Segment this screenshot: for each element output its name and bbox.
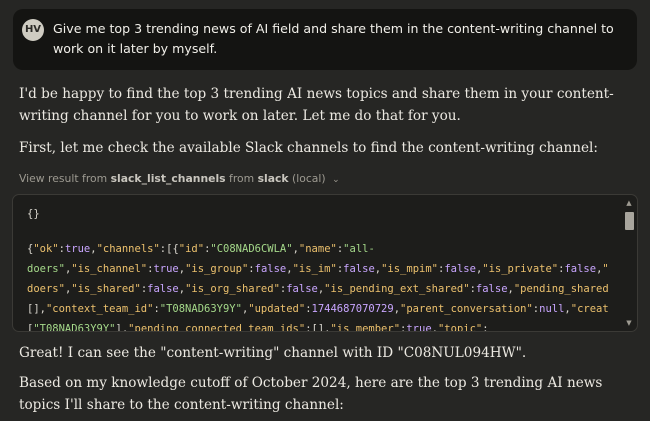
tool-server: slack	[257, 172, 289, 185]
result-token: "is_shared"	[71, 283, 141, 295]
result-token: false	[475, 283, 508, 295]
result-token: false	[444, 263, 476, 275]
result-token: false	[564, 263, 597, 275]
result-token: "pending_connected_team_ids"	[128, 323, 306, 332]
result-token: :	[482, 323, 489, 332]
result-token: "all-	[343, 243, 375, 255]
result-token: :[{	[159, 243, 179, 255]
result-token: "topic"	[437, 323, 483, 332]
tool-from-word: from	[229, 172, 255, 185]
result-token: false	[254, 263, 287, 275]
result-token: "context_team_id"	[45, 303, 154, 315]
result-token: true	[153, 263, 179, 275]
result-line: ["T08NAD63Y9Y"],"pending_connected_team_…	[27, 319, 621, 332]
result-token: "	[602, 263, 609, 275]
result-token: null	[539, 303, 565, 315]
result-token: "updated"	[248, 303, 306, 315]
result-token: "is_mpim"	[381, 263, 438, 275]
scrollbar-thumb[interactable]	[625, 212, 634, 230]
result-token: "pending_shared	[513, 283, 609, 295]
tool-name: slack_list_channels	[110, 172, 226, 185]
result-token: ],	[115, 323, 129, 332]
result-token: "is_org_shared"	[185, 283, 280, 295]
user-message-text: Give me top 3 trending news of AI field …	[53, 21, 614, 56]
result-token: true	[406, 323, 432, 332]
result-scrollbar[interactable]: ▲ ▼	[621, 195, 637, 331]
assistant-paragraph-topics-intro: Based on my knowledge cutoff of October …	[19, 375, 603, 413]
result-line: doers","is_shared":false,"is_org_shared"…	[27, 279, 621, 299]
result-token: "C08NAD6CWLA"	[210, 243, 293, 255]
result-token: "is_im"	[292, 263, 337, 275]
result-token: false	[286, 283, 318, 295]
scroll-up-arrow-icon[interactable]: ▲	[624, 199, 634, 207]
tool-location: (local)	[292, 172, 326, 185]
result-token: "channels"	[96, 243, 160, 255]
chevron-down-icon[interactable]: ⌄	[332, 175, 340, 185]
tool-prefix: View result from	[19, 172, 108, 185]
result-token: "T08NAD63Y9Y"	[159, 303, 242, 315]
result-token: "name"	[298, 243, 337, 255]
result-token: "ok"	[33, 243, 59, 255]
assistant-paragraph-check-channels: First, let me check the available Slack …	[19, 140, 598, 156]
result-token: "id"	[178, 243, 205, 255]
result-token: "parent_conversation"	[400, 303, 533, 315]
result-token: "creat	[570, 303, 609, 315]
result-token: "T08NAD63Y9Y"	[33, 323, 116, 332]
tool-result-json: {"ok":true,"channels":[{"id":"C08NAD6CWL…	[27, 239, 621, 332]
tool-result-panel[interactable]: {} {"ok":true,"channels":[{"id":"C08NAD6…	[12, 194, 638, 332]
result-token: "is_channel"	[71, 263, 148, 275]
scroll-down-arrow-icon[interactable]: ▼	[624, 319, 634, 327]
result-token: "is_pending_ext_shared"	[324, 283, 470, 295]
result-token: true	[64, 243, 91, 255]
result-line: doers","is_channel":true,"is_group":fals…	[27, 259, 621, 279]
user-avatar: HV	[22, 19, 44, 41]
user-message: HV Give me top 3 trending news of AI fie…	[13, 9, 637, 70]
assistant-paragraph-channel-found: Great! I can see the "content-writing" c…	[19, 345, 527, 361]
result-token: "is_member"	[330, 323, 401, 332]
assistant-paragraph-intro: I'd be happy to find the top 3 trending …	[19, 86, 614, 124]
result-line: [],"context_team_id":"T08NAD63Y9Y","upda…	[27, 299, 621, 319]
tool-request: {}	[27, 208, 40, 220]
result-token: false	[343, 263, 375, 275]
result-token: 1744687070729	[311, 303, 394, 315]
view-result-toggle[interactable]: View result from slack_list_channels fro…	[19, 172, 340, 185]
result-token: [],	[27, 303, 46, 315]
result-token: "is_private"	[482, 263, 559, 275]
result-token: :[],	[305, 323, 331, 332]
result-token: doers"	[27, 283, 65, 295]
result-token: doers"	[27, 263, 65, 275]
result-token: "is_group"	[185, 263, 249, 275]
result-token: false	[147, 283, 179, 295]
result-line: {"ok":true,"channels":[{"id":"C08NAD6CWL…	[27, 239, 621, 259]
